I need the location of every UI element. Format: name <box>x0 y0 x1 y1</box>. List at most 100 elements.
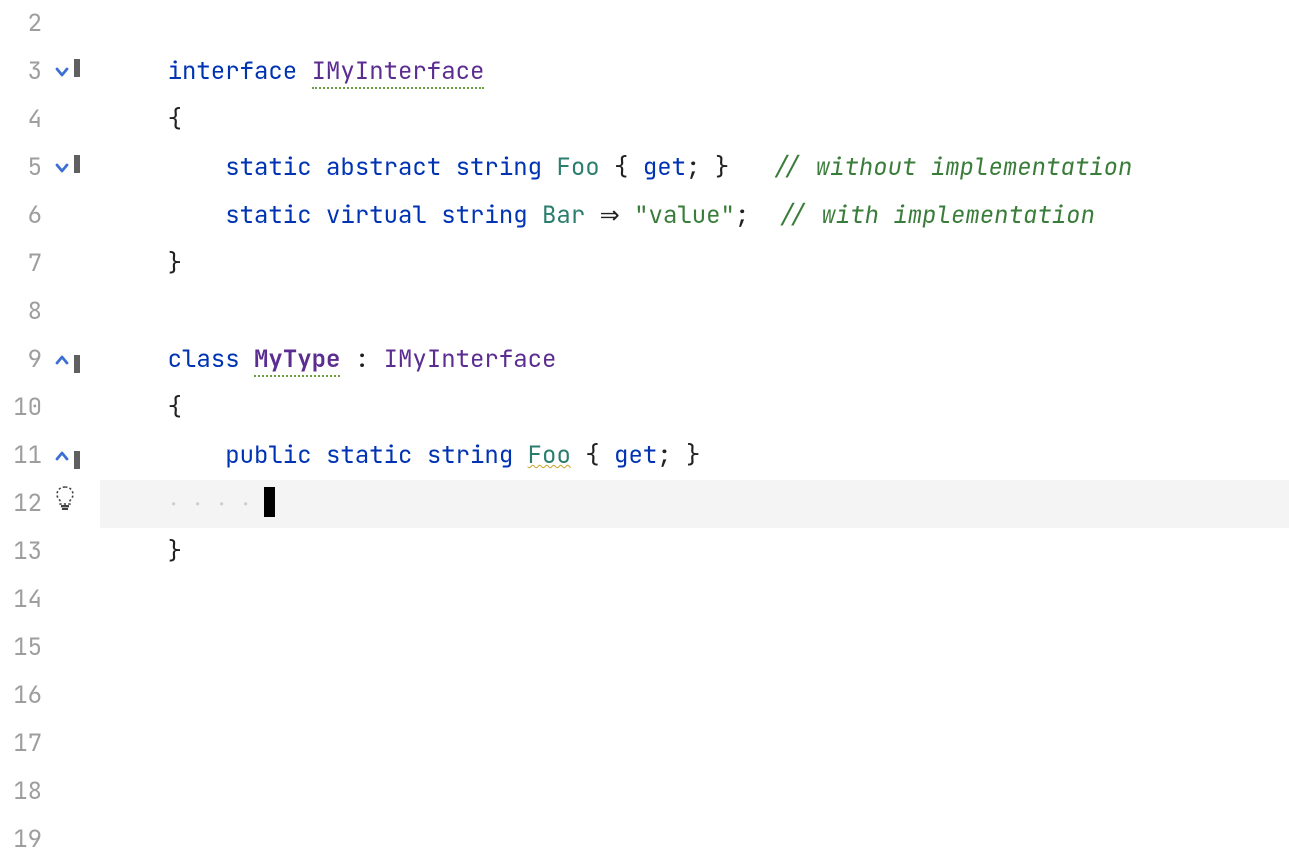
punct: : <box>340 344 383 375</box>
comment: // without implementation <box>772 152 1132 183</box>
implementation-mark-icon <box>74 451 80 469</box>
punct: ; <box>735 200 778 231</box>
gutter-row: 8 <box>0 288 100 336</box>
gutter-row: 6 <box>0 192 100 240</box>
indent <box>110 392 168 423</box>
keyword: interface <box>168 56 312 87</box>
line-number: 18 <box>0 768 48 816</box>
keyword: class <box>168 344 254 375</box>
indent <box>110 344 168 375</box>
gutter-row: 13 <box>0 528 100 576</box>
punct: { <box>571 440 614 471</box>
line-number: 19 <box>0 816 48 864</box>
member-name[interactable]: Foo <box>556 152 599 183</box>
keyword: string <box>456 152 557 183</box>
gutter-row: 16 <box>0 672 100 720</box>
punct: ; } <box>657 440 700 471</box>
code-line[interactable] <box>100 768 1289 816</box>
line-number: 8 <box>0 288 48 336</box>
gutter-row: 18 <box>0 768 100 816</box>
line-number: 15 <box>0 624 48 672</box>
code-line[interactable]: public static string Foo { get; } <box>100 432 1289 480</box>
line-number: 7 <box>0 240 48 288</box>
whitespace-indicators: · · · · <box>168 491 264 517</box>
punct: ; } <box>686 152 772 183</box>
indent <box>110 440 225 471</box>
keyword: static <box>225 200 326 231</box>
gutter-row: 10 <box>0 384 100 432</box>
indent <box>110 200 225 231</box>
keyword: public <box>225 440 326 471</box>
member-name[interactable]: Bar <box>542 200 585 231</box>
has-implementations-icon[interactable] <box>54 160 70 176</box>
line-number: 12 <box>0 480 48 528</box>
code-line[interactable] <box>100 288 1289 336</box>
gutter-row: 19 <box>0 816 100 864</box>
gutter-row: 12 <box>0 480 100 528</box>
implementation-mark-icon <box>74 155 80 173</box>
code-area[interactable]: interface IMyInterface { static abstract… <box>100 0 1289 850</box>
implementation-mark-icon <box>74 355 80 373</box>
code-line[interactable] <box>100 720 1289 768</box>
text-cursor <box>264 487 275 517</box>
indent <box>110 248 168 279</box>
gutter-row: 4 <box>0 96 100 144</box>
line-number: 4 <box>0 96 48 144</box>
code-line[interactable] <box>100 576 1289 624</box>
code-line[interactable] <box>100 672 1289 720</box>
code-line[interactable]: { <box>100 384 1289 432</box>
type-name[interactable]: MyType <box>254 344 340 377</box>
brace: { <box>168 104 182 135</box>
keyword: get <box>643 152 686 183</box>
member-name[interactable]: Foo <box>528 440 571 471</box>
overrides-icon[interactable] <box>54 352 70 368</box>
overrides-icon[interactable] <box>54 448 70 464</box>
code-line[interactable]: { <box>100 96 1289 144</box>
gutter-row: 14 <box>0 576 100 624</box>
type-name[interactable]: IMyInterface <box>312 56 485 89</box>
keyword: get <box>614 440 657 471</box>
line-number: 11 <box>0 432 48 480</box>
type-name[interactable]: IMyInterface <box>384 344 557 375</box>
gutter-row: 9 <box>0 336 100 384</box>
arrow-operator: ⇒ <box>585 204 634 231</box>
line-number: 14 <box>0 576 48 624</box>
code-line[interactable]: static abstract string Foo { get; } // w… <box>100 144 1289 192</box>
brace: } <box>168 248 182 279</box>
gutter-row: 15 <box>0 624 100 672</box>
gutter-row: 17 <box>0 720 100 768</box>
keyword: virtual <box>326 200 441 231</box>
indent <box>110 488 168 519</box>
code-line[interactable]: static virtual string Bar ⇒ "value"; // … <box>100 192 1289 240</box>
line-number: 5 <box>0 144 48 192</box>
brace: { <box>168 392 182 423</box>
lightbulb-icon[interactable] <box>54 480 76 528</box>
code-line[interactable] <box>100 0 1289 48</box>
punct: { <box>600 152 643 183</box>
code-line[interactable] <box>100 816 1289 864</box>
indent <box>110 56 168 87</box>
line-number: 9 <box>0 336 48 384</box>
code-line[interactable]: } <box>100 240 1289 288</box>
keyword: string <box>441 200 542 231</box>
code-line[interactable]: interface IMyInterface <box>100 48 1289 96</box>
keyword: static <box>225 152 326 183</box>
keyword: static <box>326 440 427 471</box>
code-editor[interactable]: 2 3 4 5 6 7 8 9 <box>0 0 1289 850</box>
line-number: 17 <box>0 720 48 768</box>
gutter-row: 11 <box>0 432 100 480</box>
comment: // with implementation <box>778 200 1095 231</box>
has-implementations-icon[interactable] <box>54 64 70 80</box>
code-line[interactable] <box>100 624 1289 672</box>
indent <box>110 536 168 567</box>
code-line-current[interactable]: · · · · <box>100 480 1289 528</box>
line-number: 3 <box>0 48 48 96</box>
gutter-row: 2 <box>0 0 100 48</box>
implementation-mark-icon <box>74 59 80 77</box>
gutter-row: 7 <box>0 240 100 288</box>
gutter-row: 5 <box>0 144 100 192</box>
code-line[interactable]: class MyType : IMyInterface <box>100 336 1289 384</box>
line-number: 16 <box>0 672 48 720</box>
line-number: 6 <box>0 192 48 240</box>
code-line[interactable]: } <box>100 528 1289 576</box>
